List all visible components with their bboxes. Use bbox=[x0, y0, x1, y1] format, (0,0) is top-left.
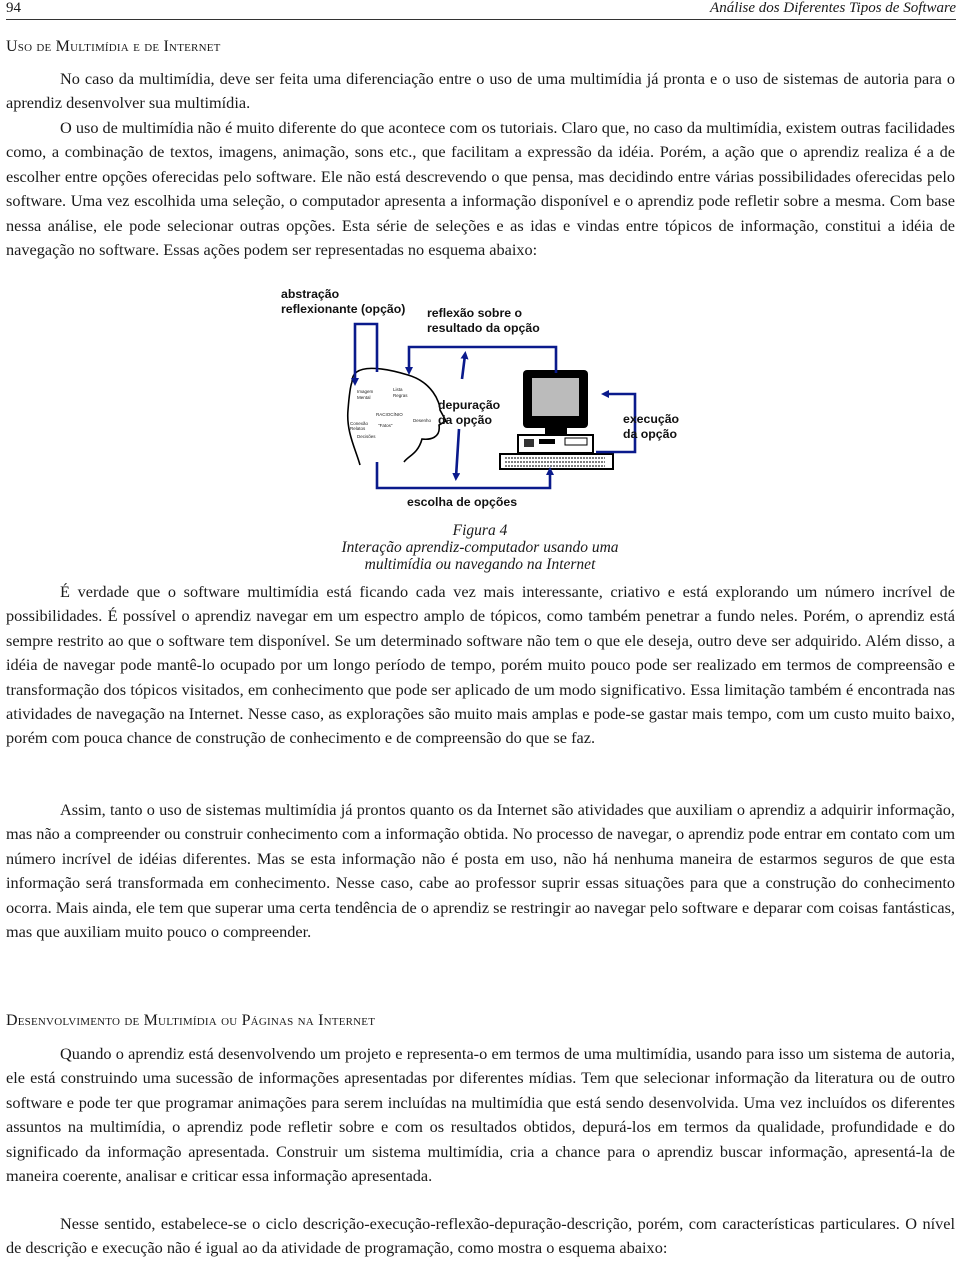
figure-caption: Figura 4 Interação aprendiz-computador u… bbox=[280, 522, 680, 573]
label-reflection: reflexão sobre o resultado da opção bbox=[427, 306, 540, 335]
computer-icon bbox=[499, 370, 614, 470]
svg-text:Regras: Regras bbox=[393, 393, 408, 398]
paragraph: No caso da multimídia, deve ser feita um… bbox=[6, 69, 955, 113]
paragraph: Assim, tanto o uso de sistemas multimídi… bbox=[6, 800, 955, 942]
svg-text:RACIOCÍNIO: RACIOCÍNIO bbox=[376, 411, 403, 417]
paragraph: O uso de multimídia não é muito diferent… bbox=[6, 118, 955, 260]
label-execution: execução da opção bbox=[623, 412, 680, 441]
svg-text:Lista: Lista bbox=[393, 387, 403, 392]
paragraph: É verdade que o software multimídia está… bbox=[6, 582, 955, 748]
svg-text:Imagem: Imagem bbox=[357, 389, 374, 394]
reflection-arrow bbox=[405, 345, 558, 375]
running-title: Análise dos Diferentes Tipos de Software bbox=[710, 0, 956, 16]
caption-line2: multimídia ou navegando na Internet bbox=[364, 556, 596, 573]
section-title-desenvolvimento: Desenvolvimento de Multimídia ou Páginas… bbox=[6, 1012, 376, 1029]
abstraction-arrow bbox=[351, 322, 379, 386]
debugging-arrow-down bbox=[452, 428, 461, 481]
svg-text:Mental: Mental bbox=[357, 395, 371, 400]
svg-text:Relatos: Relatos bbox=[350, 426, 366, 431]
caption-line1: Interação aprendiz-computador usando uma bbox=[341, 539, 619, 556]
svg-text:Desenho: Desenho bbox=[413, 418, 432, 423]
label-debugging: depuração da opção bbox=[438, 398, 501, 427]
debugging-arrow-up bbox=[460, 351, 469, 380]
page-header: 94 Análise dos Diferentes Tipos de Softw… bbox=[6, 0, 956, 20]
svg-text:"Fatos": "Fatos" bbox=[378, 423, 393, 428]
head-notes-icon: ImagemMental ListaRegras RACIOCÍNIO Cone… bbox=[350, 387, 432, 439]
caption-number: Figura 4 bbox=[452, 522, 508, 539]
label-choice: escolha de opções bbox=[407, 495, 518, 509]
paragraph: Nesse sentido, estabelece-se o ciclo des… bbox=[6, 1214, 955, 1258]
paragraph: Quando o aprendiz está desenvolvendo um … bbox=[6, 1044, 955, 1186]
page-number: 94 bbox=[6, 0, 21, 16]
figure-learner-computer-interaction: Imagem Mental Lista Regras RACIOCÍNIO Cone… bbox=[260, 282, 700, 522]
svg-text:Decisões: Decisões bbox=[357, 434, 376, 439]
label-abstraction: abstração reflexionante (opção) bbox=[281, 287, 406, 316]
section-title-uso-multimidia: Uso de Multimídia e de Internet bbox=[6, 38, 221, 55]
